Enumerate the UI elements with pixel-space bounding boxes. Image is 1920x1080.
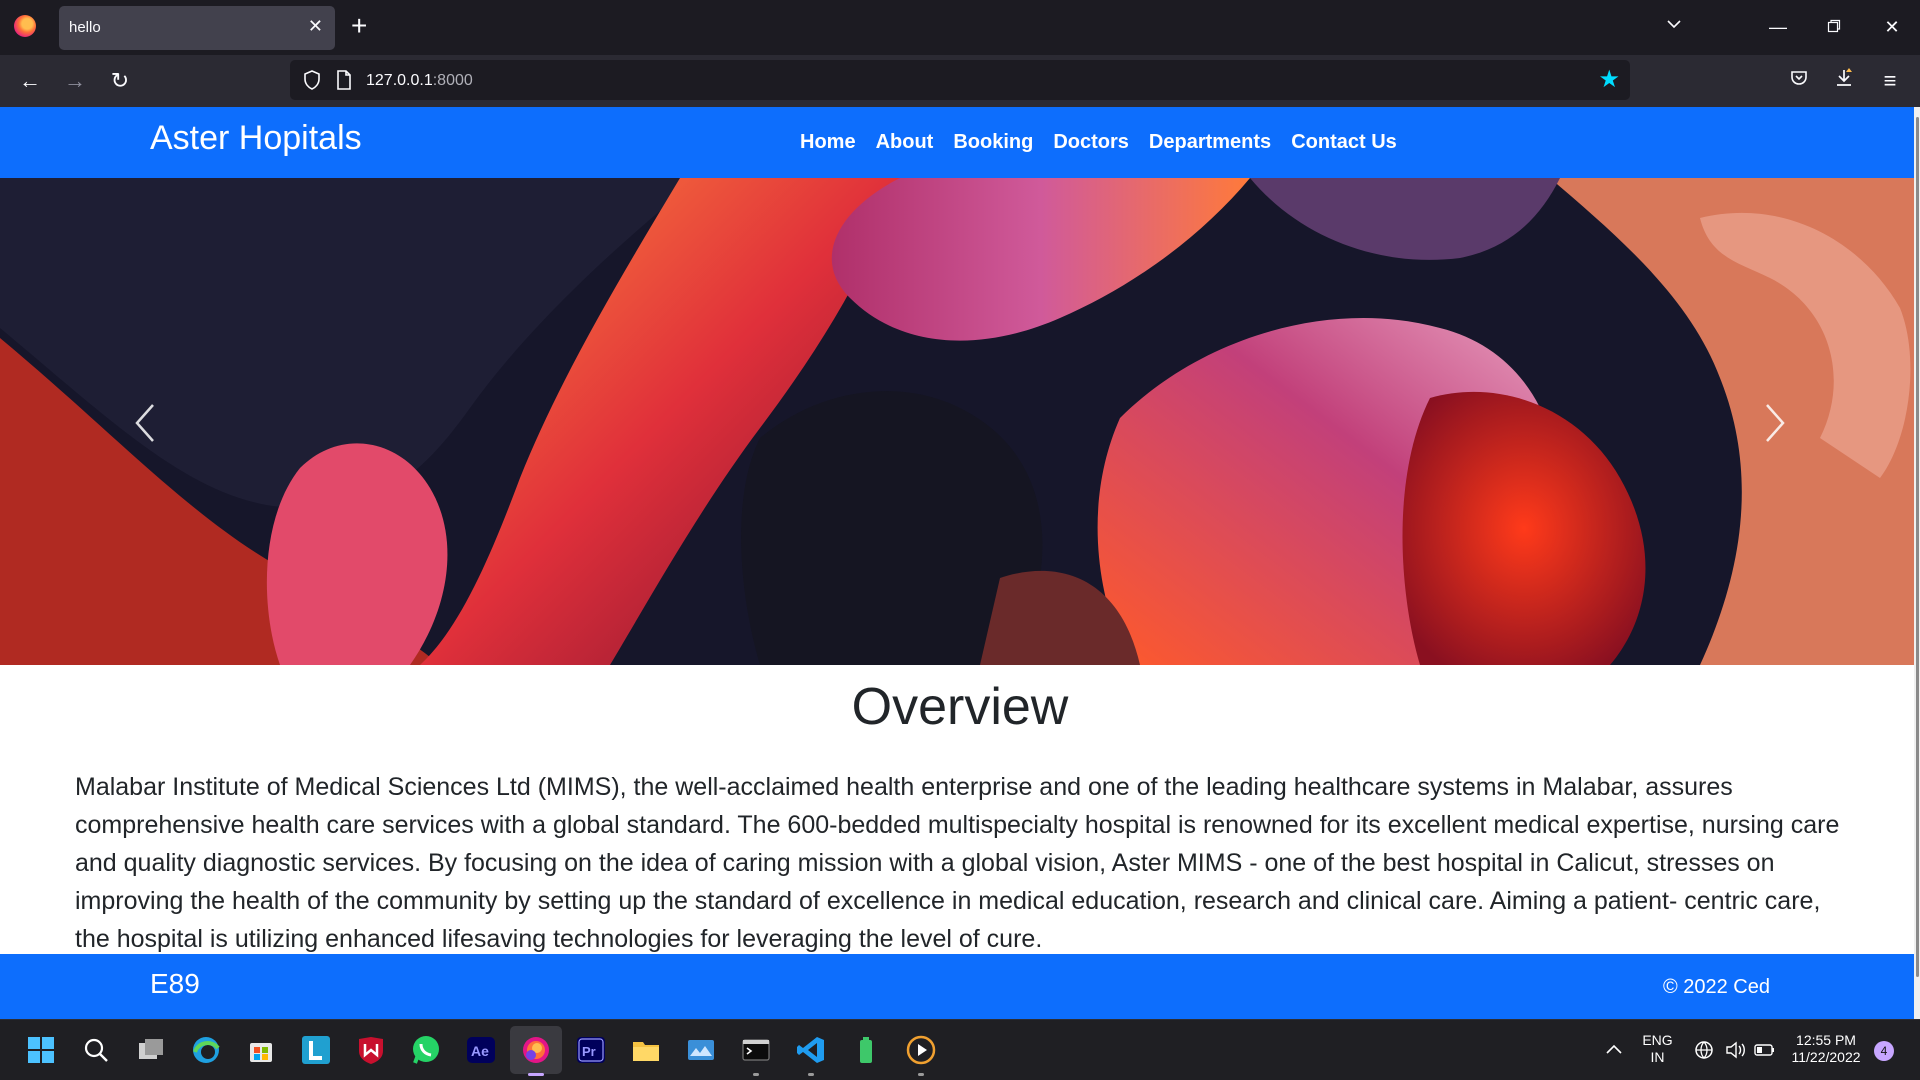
back-icon[interactable]: ← bbox=[16, 67, 44, 95]
browser-toolbar: ← → ↻ 127.0.0.1:8000 ★ ≡ bbox=[0, 55, 1920, 107]
overview-heading: Overview bbox=[851, 678, 1069, 736]
reload-icon[interactable]: ↻ bbox=[106, 67, 134, 95]
footer-label: E89 bbox=[150, 968, 200, 999]
language-indicator[interactable]: ENG IN bbox=[1640, 1032, 1675, 1066]
region-code: IN bbox=[1650, 1049, 1665, 1065]
browser-tab[interactable]: hello ✕ bbox=[59, 6, 335, 50]
site-menu: Home About Booking Doctors Departments C… bbox=[800, 131, 1397, 154]
minimize-icon[interactable]: — bbox=[1764, 15, 1792, 39]
show-hidden-icons-chevron-icon[interactable] bbox=[1598, 1034, 1630, 1066]
firefox-icon[interactable] bbox=[14, 15, 36, 37]
web-page: Aster Hopitals Home About Booking Doctor… bbox=[0, 107, 1920, 1019]
language-code: ENG bbox=[1642, 1032, 1673, 1048]
overview-paragraph: Malabar Institute of Medical Sciences Lt… bbox=[75, 773, 1840, 953]
windows-taskbar: Ae Pr ENG IN 12:55 PM 11/22/2022 4 bbox=[0, 1019, 1920, 1080]
url-host: 127.0.0.1 bbox=[366, 72, 433, 89]
page-info-icon[interactable] bbox=[332, 68, 356, 92]
url-bar[interactable]: 127.0.0.1:8000 ★ bbox=[290, 60, 1630, 100]
page-scrollbar[interactable] bbox=[1914, 107, 1920, 1019]
browser-tab-strip: hello ✕ + — ✕ bbox=[0, 0, 1920, 55]
microsoft-store-icon[interactable] bbox=[245, 1034, 277, 1066]
search-icon[interactable] bbox=[80, 1034, 112, 1066]
close-window-icon[interactable]: ✕ bbox=[1878, 15, 1906, 39]
tab-title: hello bbox=[69, 19, 101, 36]
carousel-next-icon[interactable] bbox=[1745, 383, 1805, 463]
svg-text:Pr: Pr bbox=[582, 1044, 596, 1059]
photos-icon[interactable] bbox=[685, 1034, 717, 1066]
menu-booking[interactable]: Booking bbox=[953, 131, 1033, 154]
menu-departments[interactable]: Departments bbox=[1149, 131, 1271, 154]
carousel-prev-icon[interactable] bbox=[115, 383, 175, 463]
site-brand[interactable]: Aster Hopitals bbox=[150, 119, 362, 158]
clock-time: 12:55 PM bbox=[1796, 1032, 1856, 1048]
battery-app-icon[interactable] bbox=[850, 1034, 882, 1066]
terminal-icon[interactable] bbox=[740, 1034, 772, 1076]
clock[interactable]: 12:55 PM 11/22/2022 bbox=[1786, 1032, 1866, 1066]
tracking-shield-icon[interactable] bbox=[300, 68, 324, 92]
vscode-icon[interactable] bbox=[795, 1034, 827, 1076]
after-effects-icon[interactable]: Ae bbox=[465, 1034, 497, 1066]
forward-icon[interactable]: → bbox=[61, 67, 89, 95]
restore-icon[interactable] bbox=[1820, 15, 1848, 39]
menu-about[interactable]: About bbox=[876, 131, 934, 154]
battery-icon[interactable] bbox=[1748, 1034, 1780, 1066]
mcafee-icon[interactable] bbox=[355, 1034, 387, 1066]
whatsapp-icon[interactable] bbox=[410, 1034, 442, 1066]
new-tab-icon[interactable]: + bbox=[351, 12, 367, 40]
svg-text:Ae: Ae bbox=[471, 1043, 489, 1059]
windows-start-icon[interactable] bbox=[25, 1034, 57, 1066]
premiere-pro-icon[interactable]: Pr bbox=[575, 1034, 607, 1066]
volume-icon[interactable] bbox=[1719, 1034, 1751, 1066]
edge-icon[interactable] bbox=[190, 1034, 222, 1066]
bookmark-star-icon[interactable]: ★ bbox=[1598, 66, 1620, 94]
notification-badge[interactable]: 4 bbox=[1874, 1041, 1894, 1061]
url-port: :8000 bbox=[432, 72, 473, 89]
site-navbar: Aster Hopitals Home About Booking Doctor… bbox=[0, 107, 1920, 178]
url-text[interactable]: 127.0.0.1:8000 bbox=[366, 72, 473, 90]
menu-doctors[interactable]: Doctors bbox=[1053, 131, 1129, 154]
footer-copyright: © 2022 Ced bbox=[1662, 976, 1770, 998]
site-footer: E89 © 2022 Ced bbox=[0, 954, 1920, 1019]
firefox-taskbar-icon[interactable] bbox=[520, 1034, 552, 1076]
file-explorer-icon[interactable] bbox=[630, 1034, 662, 1066]
pocket-icon[interactable] bbox=[1785, 67, 1813, 95]
menu-contact-us[interactable]: Contact Us bbox=[1291, 131, 1397, 154]
menu-hamburger-icon[interactable]: ≡ bbox=[1876, 67, 1904, 95]
list-tabs-chevron-icon[interactable] bbox=[1660, 15, 1688, 39]
scrollbar-thumb[interactable] bbox=[1916, 117, 1919, 977]
task-view-icon[interactable] bbox=[135, 1034, 167, 1066]
network-icon[interactable] bbox=[1688, 1034, 1720, 1066]
hero-abstract-image bbox=[0, 178, 1920, 665]
l-app-icon[interactable] bbox=[300, 1034, 332, 1066]
media-player-icon[interactable] bbox=[905, 1034, 937, 1076]
clock-date: 11/22/2022 bbox=[1791, 1049, 1861, 1065]
close-tab-icon[interactable]: ✕ bbox=[308, 16, 323, 36]
menu-home[interactable]: Home bbox=[800, 131, 856, 154]
hero-carousel bbox=[0, 178, 1920, 665]
downloads-icon[interactable] bbox=[1830, 67, 1858, 95]
